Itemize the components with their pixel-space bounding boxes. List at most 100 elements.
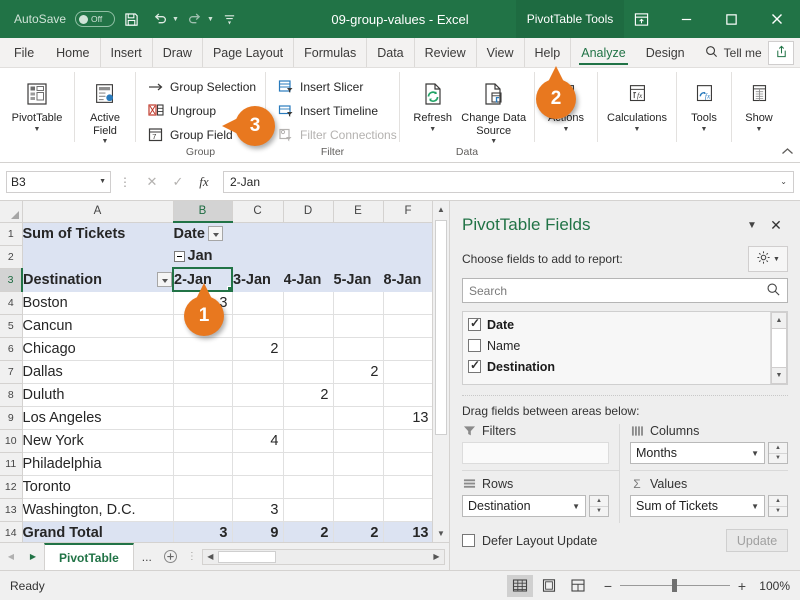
cell-b1[interactable]: Date xyxy=(173,222,233,246)
cell-d10[interactable] xyxy=(283,429,334,453)
change-data-source-button[interactable]: Change Data Source ▼ xyxy=(459,73,528,146)
close-icon[interactable] xyxy=(754,0,800,38)
rows-spinner[interactable]: ▲ ▼ xyxy=(589,495,609,517)
previous-sheet-icon[interactable]: ◀ xyxy=(0,543,22,571)
horizontal-scroll-track[interactable] xyxy=(217,550,429,564)
ribbon-display-options-icon[interactable] xyxy=(619,0,664,38)
chevron-down-icon[interactable]: ▼ xyxy=(773,256,780,263)
share-button[interactable] xyxy=(768,41,794,65)
cell-a13[interactable]: Washington, D.C. xyxy=(22,498,174,522)
row-header[interactable]: 7 xyxy=(0,360,23,384)
cell-a1[interactable]: Sum of Tickets xyxy=(22,222,174,246)
checkbox-icon[interactable] xyxy=(468,339,481,352)
field-pill-sum-of-tickets[interactable]: Sum of Tickets ▼ xyxy=(630,495,765,517)
tab-file[interactable]: File xyxy=(0,38,46,67)
columns-spinner[interactable]: ▲ ▼ xyxy=(768,442,788,464)
cell-f13[interactable] xyxy=(383,498,432,522)
chevron-down-icon[interactable]: ▼ xyxy=(102,138,109,146)
chevron-down-icon[interactable]: ▼ xyxy=(572,502,580,511)
show-button[interactable]: Show ▼ xyxy=(738,73,780,134)
cell-c11[interactable] xyxy=(232,452,284,476)
name-box[interactable]: B3 ▼ xyxy=(6,170,111,193)
cell-f8[interactable] xyxy=(383,383,432,407)
cell-f12[interactable] xyxy=(383,475,432,499)
vertical-scroll-thumb[interactable] xyxy=(435,220,447,435)
cancel-icon[interactable]: ✕ xyxy=(139,171,165,193)
cell-b10[interactable] xyxy=(173,429,233,453)
cell-a9[interactable]: Los Angeles xyxy=(22,406,174,430)
chevron-down-icon[interactable]: ▼ xyxy=(634,126,641,134)
customize-quick-access-icon[interactable] xyxy=(217,6,243,32)
field-item-destination[interactable]: Destination xyxy=(463,356,770,377)
tab-home[interactable]: Home xyxy=(46,38,99,67)
spin-down-icon[interactable]: ▼ xyxy=(769,454,787,464)
field-item-date[interactable]: Date xyxy=(463,314,770,335)
horizontal-scroll-thumb[interactable] xyxy=(217,550,276,563)
cell-f1[interactable] xyxy=(383,222,432,246)
column-header-c[interactable]: C xyxy=(232,201,284,223)
row-header[interactable]: 6 xyxy=(0,337,23,361)
maximize-icon[interactable] xyxy=(709,0,754,38)
formula-input[interactable]: 2-Jan ⌄ xyxy=(223,170,794,193)
row-header[interactable]: 8 xyxy=(0,383,23,407)
tab-design[interactable]: Design xyxy=(636,38,695,67)
redo-dropdown-icon[interactable]: ▼ xyxy=(207,16,214,23)
tab-data[interactable]: Data xyxy=(366,38,413,67)
cell-c4[interactable] xyxy=(232,291,284,315)
cell-b6[interactable] xyxy=(173,337,233,361)
minimize-icon[interactable] xyxy=(664,0,709,38)
cell-e13[interactable] xyxy=(333,498,384,522)
cell-c6[interactable]: 2 xyxy=(232,337,284,361)
cell-d2[interactable] xyxy=(283,245,334,269)
cell-f6[interactable] xyxy=(383,337,432,361)
undo-dropdown-icon[interactable]: ▼ xyxy=(172,16,179,23)
calculations-button[interactable]: fx Calculations ▼ xyxy=(604,73,670,134)
cell-c10[interactable]: 4 xyxy=(232,429,284,453)
tab-view[interactable]: View xyxy=(475,38,524,67)
cell-d5[interactable] xyxy=(283,314,334,338)
cell-e6[interactable] xyxy=(333,337,384,361)
autosave-toggle[interactable]: Off xyxy=(75,11,116,27)
cell-e11[interactable] xyxy=(333,452,384,476)
cell-e14[interactable]: 2 xyxy=(333,520,384,542)
pivottable-button[interactable]: PivotTable ▼ xyxy=(6,73,68,134)
column-header-d[interactable]: D xyxy=(283,201,334,223)
field-pill-months[interactable]: Months ▼ xyxy=(630,442,765,464)
normal-view-icon[interactable] xyxy=(507,574,533,597)
area-columns-body[interactable]: Months ▼ ▲ ▼ xyxy=(630,442,788,464)
scroll-up-icon[interactable]: ▲ xyxy=(771,312,787,329)
cell-a14[interactable]: Grand Total xyxy=(22,520,174,542)
tab-formulas[interactable]: Formulas xyxy=(293,38,366,67)
chevron-down-icon[interactable]: ▼ xyxy=(99,178,106,185)
tab-split-handle[interactable]: ⋮ xyxy=(182,551,202,562)
chevron-down-icon[interactable]: ▼ xyxy=(490,138,497,146)
chevron-down-icon[interactable]: ▼ xyxy=(563,126,570,134)
cell-a3[interactable]: Destination xyxy=(22,268,174,292)
cell-a6[interactable]: Chicago xyxy=(22,337,174,361)
cell-e9[interactable] xyxy=(333,406,384,430)
cell-c5[interactable] xyxy=(232,314,284,338)
cell-d14[interactable]: 2 xyxy=(283,520,334,542)
scroll-down-icon[interactable]: ▼ xyxy=(771,367,787,384)
filter-dropdown-icon[interactable] xyxy=(157,272,172,287)
cell-e4[interactable] xyxy=(333,291,384,315)
chevron-down-icon[interactable]: ▼ xyxy=(756,126,763,134)
cell-b7[interactable] xyxy=(173,360,233,384)
cell-d9[interactable] xyxy=(283,406,334,430)
spin-down-icon[interactable]: ▼ xyxy=(769,507,787,517)
cell-c14[interactable]: 9 xyxy=(232,520,284,542)
row-header[interactable]: 12 xyxy=(0,475,23,499)
tab-insert[interactable]: Insert xyxy=(99,38,152,67)
cell-f14[interactable]: 13 xyxy=(383,520,432,542)
cell-e12[interactable] xyxy=(333,475,384,499)
tab-draw[interactable]: Draw xyxy=(151,38,202,67)
cell-d8[interactable]: 2 xyxy=(283,383,334,407)
active-field-button[interactable]: Active Field ▼ xyxy=(81,73,129,146)
cell-d1[interactable] xyxy=(283,222,334,246)
checkbox-icon[interactable] xyxy=(468,358,481,373)
cell-d6[interactable] xyxy=(283,337,334,361)
spin-up-icon[interactable]: ▲ xyxy=(769,443,787,454)
insert-function-icon[interactable]: fx xyxy=(191,171,217,193)
row-header[interactable]: 10 xyxy=(0,429,23,453)
cell-c12[interactable] xyxy=(232,475,284,499)
